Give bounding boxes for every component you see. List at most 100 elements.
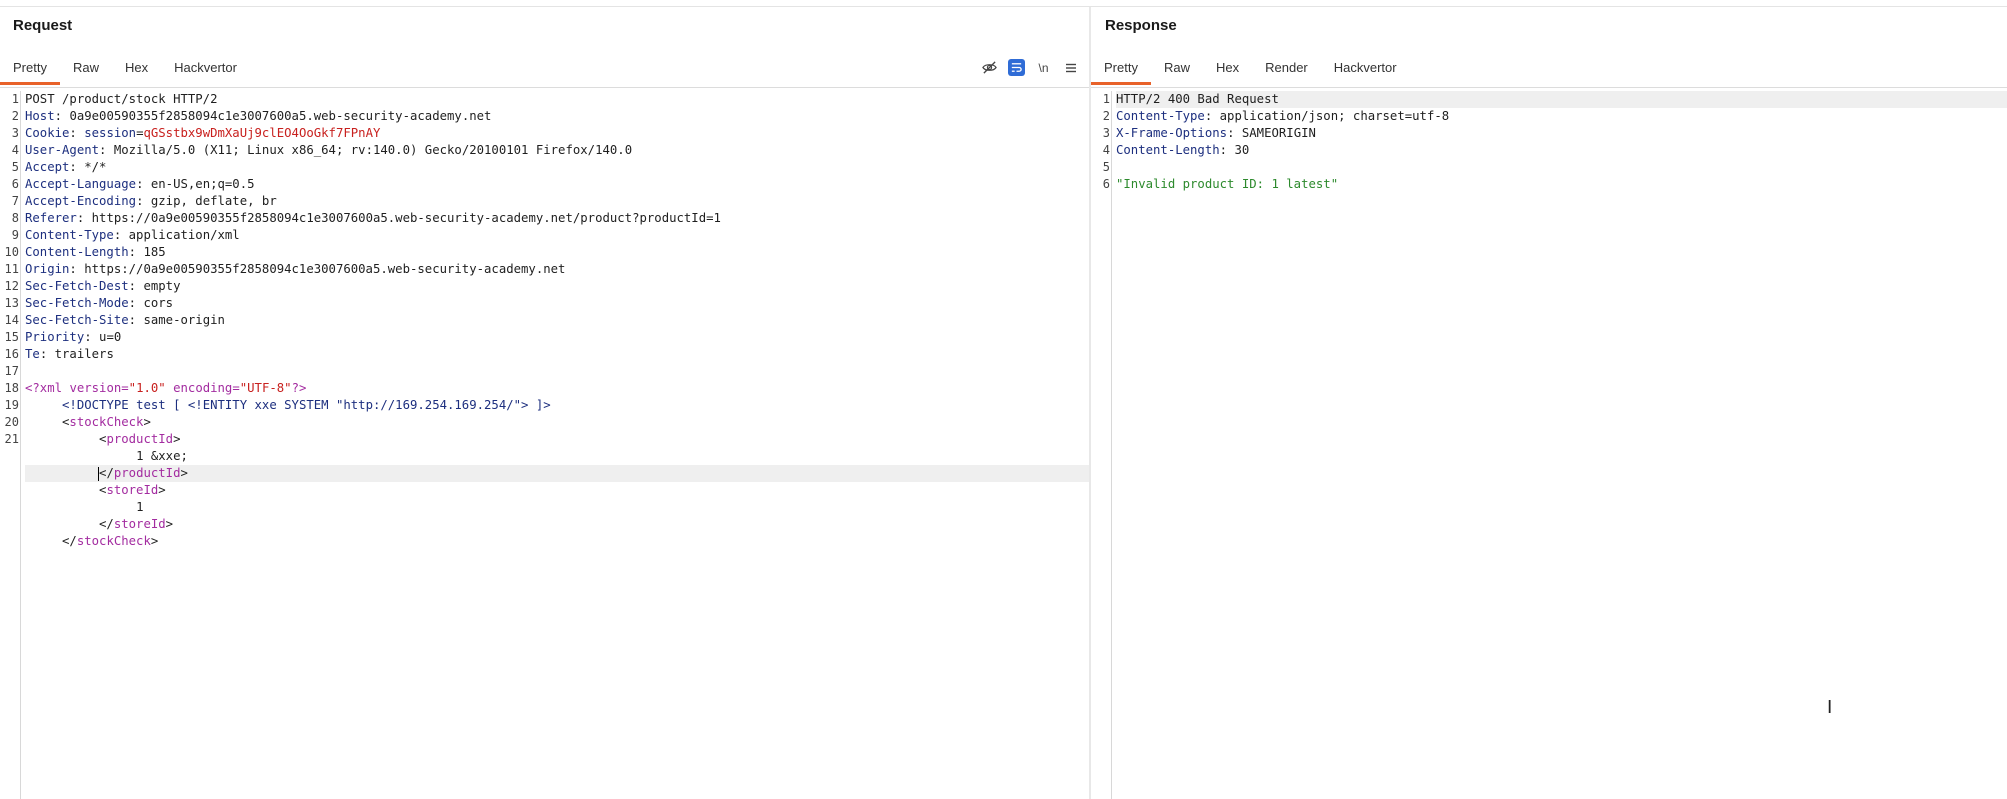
code-line: <storeId>	[25, 483, 166, 497]
header-name: Referer	[25, 211, 77, 225]
eye-slash-icon[interactable]	[981, 59, 998, 76]
code-line: 2 Host: 0a9e00590355f2858094c1e3007600a5.…	[12, 108, 1089, 125]
header-name: Sec-Fetch-Dest	[25, 279, 129, 293]
code-line: 6 Accept-Language: en-US,en;q=0.5	[12, 176, 1089, 193]
header-value: empty	[143, 279, 181, 293]
response-code[interactable]: 1 HTTP/2 400 Bad Request 2 Content-Type: a…	[1103, 91, 2007, 193]
code-line: 3 Cookie: session=qGSstbx9wDmXaUj9clEO4Oo…	[12, 125, 1089, 142]
response-pane: Response Pretty Raw Hex Render Hackverto…	[1091, 7, 2007, 799]
xml-encoding-attr: encoding=	[173, 381, 240, 395]
header-value: cors	[143, 296, 174, 310]
code-line: 14 Sec-Fetch-Site: same-origin	[5, 312, 1089, 329]
request-editor[interactable]: 1 POST /product/stock HTTP/2 2 Host: 0a9e0…	[0, 91, 1089, 799]
code-line: 13 Sec-Fetch-Mode: cors	[5, 295, 1089, 312]
header-value: 30	[1234, 143, 1250, 157]
header-value: 0a9e00590355f2858094c1e3007600a5.web-sec…	[69, 109, 492, 123]
xml-storeid-value: 1	[136, 500, 144, 514]
line-number: 15	[4, 330, 19, 344]
response-tab-hackvertor[interactable]: Hackvertor	[1321, 53, 1410, 85]
wrap-lines-icon[interactable]	[1008, 59, 1025, 76]
code-line: 3 X-Frame-Options: SAMEORIGIN	[1103, 125, 2007, 142]
header-value: same-origin	[143, 313, 225, 327]
code-line: </storeId>	[25, 517, 174, 531]
code-line: 7 Accept-Encoding: gzip, deflate, br	[12, 193, 1089, 210]
request-tabs: Pretty Raw Hex Hackvertor	[0, 53, 250, 87]
code-line-current: 1 HTTP/2 400 Bad Request	[1103, 91, 2007, 108]
line-number: 6	[1102, 177, 1110, 191]
header-value: SAMEORIGIN	[1241, 126, 1316, 140]
header-value: https://0a9e00590355f2858094c1e3007600a5…	[91, 211, 721, 225]
request-tab-raw[interactable]: Raw	[60, 53, 112, 85]
code-line: 4 User-Agent: Mozilla/5.0 (X11; Linux x86…	[12, 142, 1089, 159]
code-line: 16 Te: trailers	[5, 346, 1089, 363]
header-value: Mozilla/5.0 (X11; Linux x86_64; rv:140.0…	[113, 143, 633, 157]
request-tab-pretty[interactable]: Pretty	[0, 53, 60, 85]
code-line: </stockCheck>	[25, 534, 159, 548]
response-tab-raw[interactable]: Raw	[1151, 53, 1203, 85]
line-number: 6	[11, 177, 19, 191]
text-caret	[98, 466, 100, 481]
header-name: User-Agent	[25, 143, 100, 157]
header-value: application/json; charset=utf-8	[1219, 109, 1450, 123]
header-name: Content-Type	[25, 228, 114, 242]
header-value: en-US,en;q=0.5	[150, 177, 255, 191]
status-line: HTTP/2 400 Bad Request	[1116, 92, 1279, 106]
line-number: 19	[4, 398, 19, 412]
response-tab-hex[interactable]: Hex	[1203, 53, 1252, 85]
header-name: X-Frame-Options	[1116, 126, 1228, 140]
hamburger-menu-icon[interactable]	[1062, 59, 1079, 76]
header-value: gzip, deflate, br	[150, 194, 277, 208]
xml-doctype: <!DOCTYPE test [ <!ENTITY xxe SYSTEM "ht…	[62, 398, 551, 412]
xml-tag-stockcheck-open: stockCheck	[69, 415, 144, 429]
response-title: Response	[1105, 17, 1177, 34]
line-number: 13	[4, 296, 19, 310]
line-number: 5	[11, 160, 19, 174]
code-line: 11 Origin: https://0a9e00590355f2858094c1…	[5, 261, 1089, 278]
header-name: Content-Length	[25, 245, 129, 259]
response-tab-render[interactable]: Render	[1252, 53, 1321, 85]
line-number: 2	[1102, 109, 1110, 123]
header-value: application/xml	[128, 228, 240, 242]
request-tab-hackvertor[interactable]: Hackvertor	[161, 53, 250, 85]
code-line: 12 Sec-Fetch-Dest: empty	[5, 278, 1089, 295]
response-editor[interactable]: 1 HTTP/2 400 Bad Request 2 Content-Type: a…	[1091, 91, 2007, 799]
code-line: 21 <productId>	[5, 431, 1089, 448]
response-tab-pretty[interactable]: Pretty	[1091, 53, 1151, 85]
line-number: 14	[4, 313, 19, 327]
line-number: 4	[11, 143, 19, 157]
code-line: 4 Content-Length: 30	[1103, 142, 2007, 159]
code-line: 1 POST /product/stock HTTP/2	[12, 91, 1089, 108]
code-line: 17	[5, 363, 1089, 380]
xml-version-value: "1.0"	[128, 381, 166, 395]
line-number: 7	[11, 194, 19, 208]
line-number: 8	[11, 211, 19, 225]
header-value: https://0a9e00590355f2858094c1e3007600a5…	[84, 262, 566, 276]
code-line: 1 &xxe;	[25, 448, 1089, 465]
response-tabs-divider	[1091, 87, 2007, 88]
newline-toggle-button[interactable]: \n	[1035, 59, 1052, 76]
request-line: POST /product/stock HTTP/2	[25, 92, 218, 106]
header-value: u=0	[99, 330, 122, 344]
header-name: Priority	[25, 330, 85, 344]
header-name: Content-Length	[1116, 143, 1220, 157]
header-name: Content-Type	[1116, 109, 1205, 123]
line-number: 1	[11, 92, 19, 106]
header-name: Accept	[25, 160, 70, 174]
code-line-current: </productId>	[25, 465, 1089, 482]
line-number: 10	[4, 245, 19, 259]
request-toolbar: \n	[981, 59, 1079, 76]
cookie-value: qGSstbx9wDmXaUj9clEO4OoGkf7FPnAY	[143, 126, 381, 140]
line-number: 2	[11, 109, 19, 123]
request-tab-hex[interactable]: Hex	[112, 53, 161, 85]
line-number: 3	[11, 126, 19, 140]
line-number: 4	[1102, 143, 1110, 157]
line-number: 18	[4, 381, 19, 395]
line-number: 9	[11, 228, 19, 242]
line-number: 3	[1102, 126, 1110, 140]
code-line: 18 <?xml version="1.0" encoding="UTF-8"?>	[5, 380, 1089, 397]
response-body: "Invalid product ID: 1 latest"	[1116, 177, 1339, 191]
request-code[interactable]: 1 POST /product/stock HTTP/2 2 Host: 0a9e0…	[5, 91, 1089, 550]
request-title: Request	[13, 17, 73, 34]
header-name: Host	[25, 109, 55, 123]
xml-encoding-value: "UTF-8"	[239, 381, 292, 395]
